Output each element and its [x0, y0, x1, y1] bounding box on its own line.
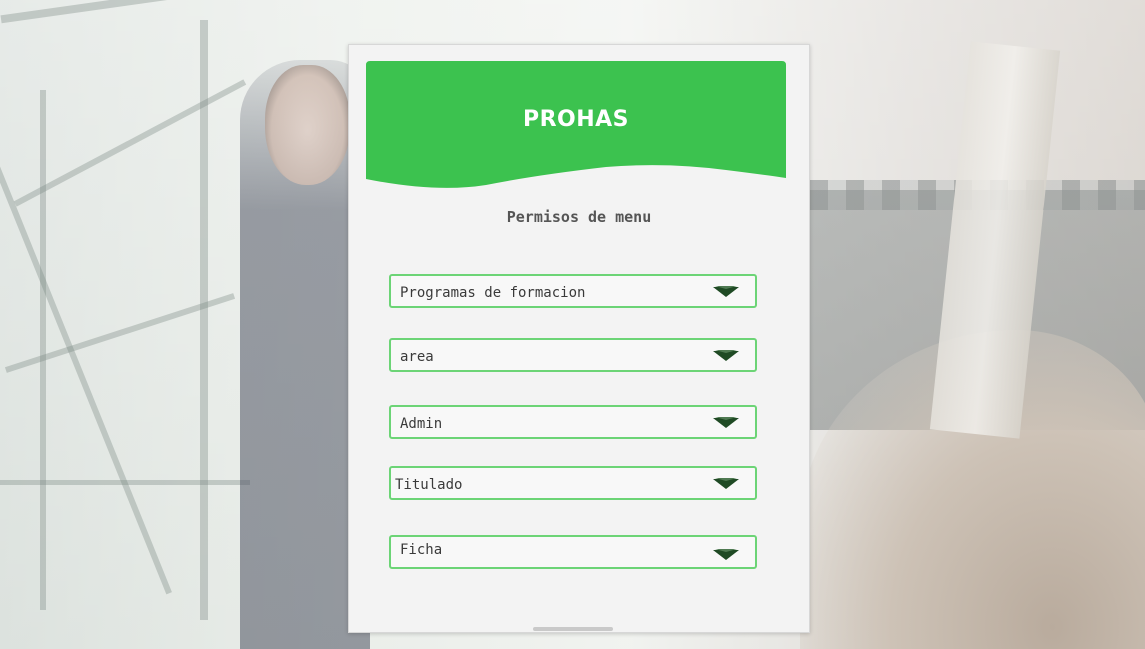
permissions-card: PROHAS Permisos de menu Programas de for…: [348, 44, 810, 633]
person-head: [265, 65, 350, 185]
select-label: Admin: [400, 416, 443, 432]
chevron-down-icon: [713, 478, 739, 489]
brand-title: PROHAS: [522, 107, 630, 132]
page-subtitle: Permisos de menu: [506, 208, 652, 226]
programas-select[interactable]: Programas de formacion: [389, 274, 757, 308]
chevron-down-icon: [713, 350, 739, 361]
chevron-down-icon: [713, 286, 739, 297]
select-label: area: [400, 349, 434, 365]
admin-select[interactable]: Admin: [389, 405, 757, 439]
select-label: Titulado: [395, 477, 463, 493]
select-label: Programas de formacion: [400, 285, 586, 301]
ficha-select[interactable]: Ficha: [389, 535, 757, 569]
area-select[interactable]: area: [389, 338, 757, 372]
scrollbar-hint[interactable]: [533, 627, 613, 631]
chevron-down-icon: [713, 549, 739, 560]
titulado-select[interactable]: Titulado: [389, 466, 757, 500]
brand-header: PROHAS: [366, 61, 786, 189]
select-label: Ficha: [400, 542, 443, 558]
chevron-down-icon: [713, 417, 739, 428]
